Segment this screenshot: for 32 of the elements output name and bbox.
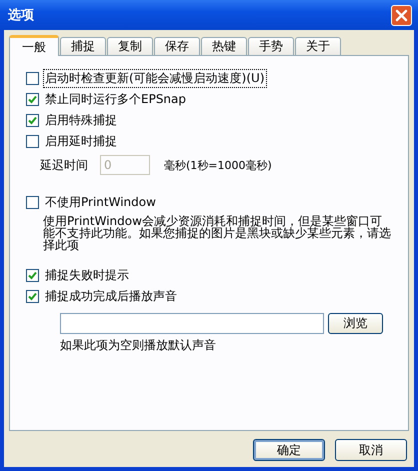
field-label: 延迟时间 [40,156,89,174]
checkbox[interactable] [26,196,39,209]
browse-button[interactable]: 浏览 [328,313,383,334]
tab[interactable]: 捕捉 [60,37,106,55]
unit-label: 毫秒(1秒=1000毫秒) [164,158,272,172]
close-icon [395,8,408,22]
hint-text: 如果此项为空则播放默认声音 [59,337,217,354]
tab[interactable]: 手势 [248,37,294,55]
checkbox-label[interactable]: 启用特殊捕捉 [43,111,119,130]
tab[interactable]: 复制 [107,37,153,55]
checkbox[interactable] [26,72,39,85]
checkbox-label[interactable]: 禁止同时运行多个EPSnap [43,90,188,109]
checkbox[interactable] [26,135,39,148]
checkbox-label[interactable]: 捕捉失败时提示 [43,266,131,285]
checkbox-label[interactable]: 不使用PrintWindow [43,193,158,212]
checkbox-label[interactable]: 捕捉成功完成后播放声音 [43,287,179,306]
cancel-button[interactable]: 取消 [335,439,407,461]
checkbox[interactable] [26,93,39,106]
tab[interactable]: 一般 [9,35,59,56]
tab[interactable]: 热键 [201,37,247,55]
window-title: 选项 [8,7,34,24]
ok-button[interactable]: 确定 [253,439,325,461]
checkbox-label[interactable]: 启动时检查更新(可能会减慢启动速度)(U) [43,69,267,88]
checkbox[interactable] [26,290,39,303]
checkbox[interactable] [26,114,39,127]
tab[interactable]: 保存 [154,37,200,55]
description-text: 使用PrintWindow会减少资源消耗和捕捉时间，但是某些窗口可能不支持此功能。如果您捕捉的图片是黑块或缺少某些元素，请选择此项 [42,213,392,251]
tab[interactable]: 关于 [295,37,341,55]
close-button[interactable] [391,4,412,26]
checkbox[interactable] [26,269,39,282]
file-path-field[interactable] [60,313,324,334]
checkbox-label[interactable]: 启用延时捕捉 [43,132,119,151]
